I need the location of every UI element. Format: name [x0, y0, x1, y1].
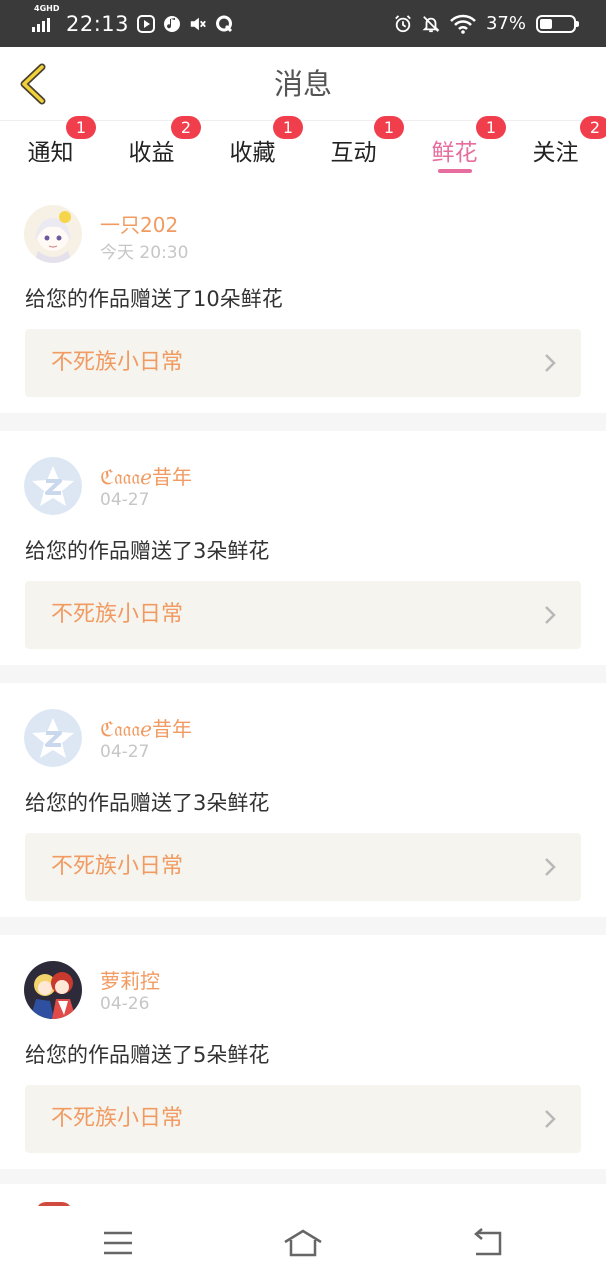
tab-label: 鲜花 — [431, 140, 478, 166]
username[interactable]: ℭ𝔞𝔞𝔞ℯ昔年 — [100, 713, 192, 742]
tab-bar: 通知 1 收益 2 收藏 1 互动 1 鲜花 1 关注 2 — [0, 116, 606, 179]
timestamp: 04-27 — [100, 742, 150, 762]
chevron-right-icon — [545, 858, 556, 876]
tab-favorites[interactable]: 收藏 1 — [202, 116, 303, 179]
tab-follows[interactable]: 关注 2 — [505, 116, 606, 179]
wifi-icon — [450, 14, 476, 34]
tab-badge: 1 — [66, 116, 96, 139]
bell-off-icon — [422, 15, 440, 33]
timestamp: 今天 20:30 — [100, 243, 189, 263]
battery-fill — [540, 18, 552, 29]
message-text: 给您的作品赠送了5朵鲜花 — [25, 1043, 270, 1067]
tab-label: 收益 — [128, 140, 175, 166]
default-star-avatar[interactable] — [24, 457, 82, 515]
status-right: 37% — [394, 0, 579, 47]
tab-badge: 2 — [171, 116, 201, 139]
music-notification-icon — [163, 15, 181, 33]
timestamp: 04-26 — [100, 994, 150, 1014]
list-item: ℭ𝔞𝔞𝔞ℯ昔年 04-27 给您的作品赠送了3朵鲜花 不死族小日常 — [0, 683, 606, 917]
list-item: 萝莉控 04-26 给您的作品赠送了5朵鲜花 不死族小日常 — [0, 935, 606, 1169]
tab-badge: 1 — [273, 116, 303, 139]
battery-icon — [536, 14, 579, 33]
message-list: 一只202 今天 20:30 给您的作品赠送了10朵鲜花 不死族小日常 ℭ𝔞𝔞𝔞… — [0, 179, 606, 1187]
anime-girl-avatar[interactable] — [24, 205, 82, 263]
tab-earnings[interactable]: 收益 2 — [101, 116, 202, 179]
tab-notice[interactable]: 通知 1 — [0, 116, 101, 179]
home-icon[interactable] — [283, 1228, 323, 1258]
list-item: 一只202 今天 20:30 给您的作品赠送了10朵鲜花 不死族小日常 — [0, 179, 606, 413]
work-title: 不死族小日常 — [51, 854, 184, 879]
divider — [0, 665, 606, 683]
tab-interactions[interactable]: 互动 1 — [303, 116, 404, 179]
default-star-avatar[interactable] — [24, 709, 82, 767]
chevron-right-icon — [545, 354, 556, 372]
message-text: 给您的作品赠送了3朵鲜花 — [25, 539, 270, 563]
tab-label: 互动 — [330, 140, 377, 166]
status-left: 4GHD 22:13 — [32, 0, 233, 47]
tab-badge: 1 — [476, 116, 506, 139]
work-link[interactable]: 不死族小日常 — [25, 581, 581, 649]
tab-label: 关注 — [532, 140, 579, 166]
muted-speaker-icon — [189, 15, 207, 33]
divider — [0, 413, 606, 431]
return-icon[interactable] — [468, 1228, 508, 1258]
username[interactable]: 一只202 — [100, 209, 178, 238]
tab-flowers[interactable]: 鲜花 1 — [404, 116, 506, 179]
username[interactable]: 萝莉控 — [100, 965, 160, 994]
chevron-right-icon — [545, 606, 556, 624]
network-type: 4GHD — [34, 3, 60, 13]
list-item-partial — [0, 1184, 606, 1212]
timestamp: 04-27 — [100, 490, 150, 510]
alarm-icon — [394, 14, 412, 33]
message-text: 给您的作品赠送了10朵鲜花 — [25, 287, 283, 311]
tab-label: 通知 — [27, 140, 74, 166]
anime-group-avatar[interactable] — [24, 961, 82, 1019]
message-text: 给您的作品赠送了3朵鲜花 — [25, 791, 270, 815]
menu-icon[interactable] — [98, 1228, 138, 1258]
work-link[interactable]: 不死族小日常 — [25, 833, 581, 901]
tab-badge: 2 — [580, 116, 606, 139]
active-tab-indicator — [437, 169, 472, 173]
username[interactable]: ℭ𝔞𝔞𝔞ℯ昔年 — [100, 461, 192, 490]
system-nav-bar — [0, 1206, 606, 1280]
video-notification-icon — [137, 14, 156, 33]
battery-percent: 37% — [485, 13, 526, 34]
page-title: 消息 — [273, 67, 332, 101]
work-link[interactable]: 不死族小日常 — [25, 1085, 581, 1153]
work-title: 不死族小日常 — [51, 1106, 184, 1131]
q-app-icon — [215, 15, 233, 33]
work-link[interactable]: 不死族小日常 — [25, 329, 581, 397]
list-item: ℭ𝔞𝔞𝔞ℯ昔年 04-27 给您的作品赠送了3朵鲜花 不死族小日常 — [0, 431, 606, 665]
status-bar: 4GHD 22:13 37% — [0, 0, 606, 47]
divider — [0, 917, 606, 935]
work-title: 不死族小日常 — [51, 602, 184, 627]
status-time: 22:13 — [66, 11, 130, 36]
tab-label: 收藏 — [229, 140, 276, 166]
signal-icon: 4GHD — [32, 4, 59, 32]
tab-badge: 1 — [374, 116, 404, 139]
chevron-right-icon — [545, 1110, 556, 1128]
work-title: 不死族小日常 — [51, 350, 184, 375]
app-header: 消息 — [0, 47, 606, 121]
